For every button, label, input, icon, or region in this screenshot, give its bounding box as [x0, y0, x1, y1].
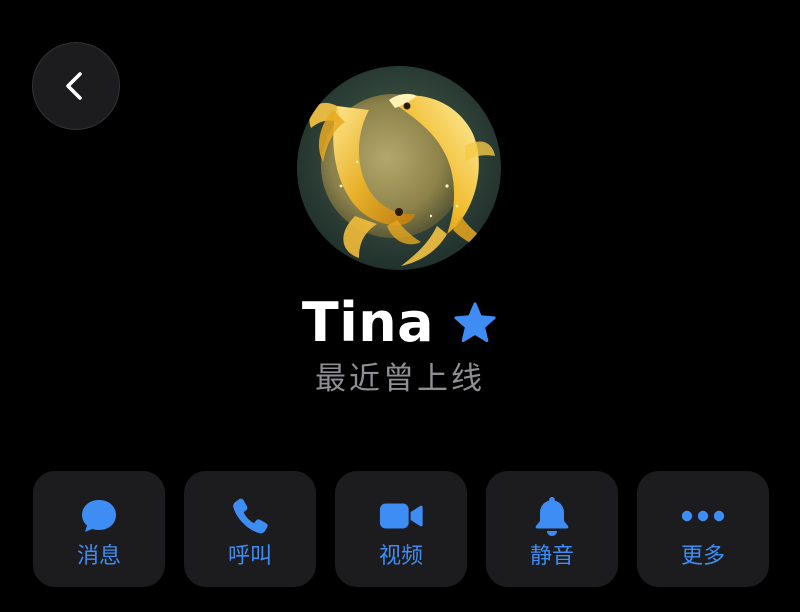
chevron-left-icon — [66, 72, 82, 100]
last-seen-status: 最近曾上线 — [315, 361, 485, 397]
call-button[interactable]: 呼叫 — [184, 471, 316, 587]
star-icon[interactable] — [452, 300, 498, 346]
contact-name: Tina — [301, 291, 435, 354]
more-button[interactable]: 更多 — [637, 471, 769, 587]
action-bar: 消息 呼叫 视频 静音 更多 — [33, 471, 769, 587]
video-camera-icon — [378, 493, 424, 539]
message-bubble-icon — [76, 493, 122, 539]
action-label: 更多 — [680, 544, 725, 569]
action-label: 视频 — [378, 544, 423, 569]
action-label: 静音 — [529, 544, 574, 569]
phone-icon — [227, 493, 273, 539]
action-label: 呼叫 — [227, 544, 272, 569]
mute-button[interactable]: 静音 — [486, 471, 618, 587]
name-row: Tina — [0, 288, 800, 358]
bell-icon — [529, 493, 575, 539]
golden-koi-avatar — [297, 66, 501, 270]
avatar[interactable] — [297, 66, 501, 270]
action-label: 消息 — [76, 544, 121, 569]
back-button[interactable] — [32, 42, 120, 130]
video-button[interactable]: 视频 — [335, 471, 467, 587]
more-dots-icon — [680, 493, 726, 539]
message-button[interactable]: 消息 — [33, 471, 165, 587]
